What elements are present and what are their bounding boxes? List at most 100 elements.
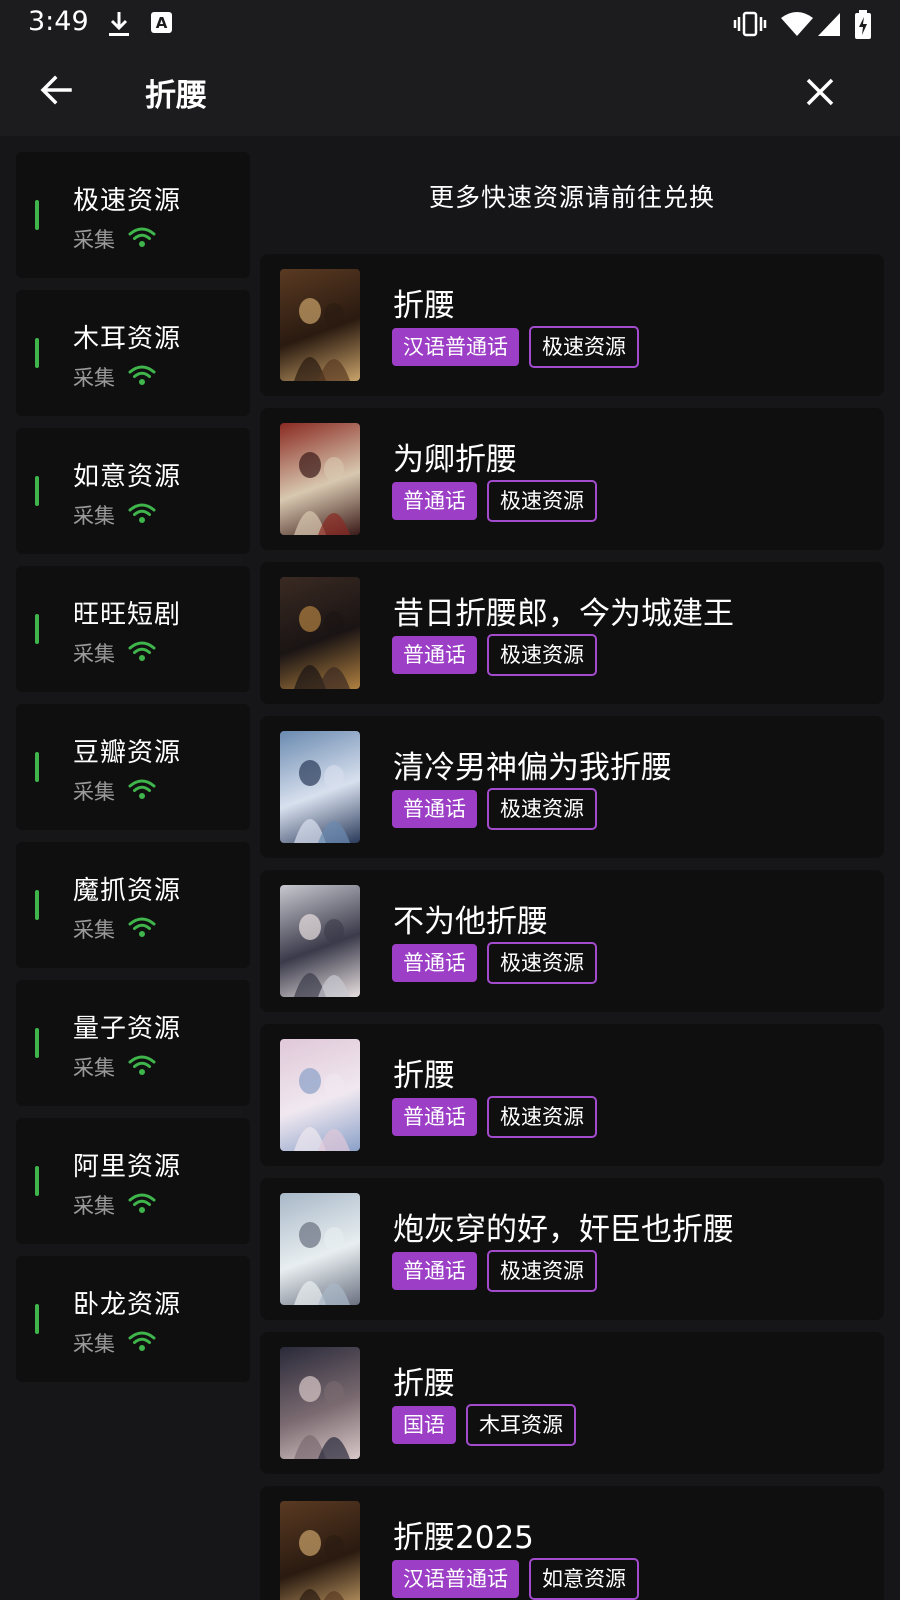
a-badge-icon: A [151,12,172,33]
language-tag: 汉语普通话 [392,328,519,366]
source-type: 采集 [73,642,115,666]
wifi-icon [128,227,156,247]
tag-row: 普通话 极速资源 [392,634,597,676]
result-title: 清冷男神偏为我折腰 [393,750,672,786]
wifi-icon [128,1193,156,1213]
poster-image [280,885,360,997]
poster-image [280,269,360,381]
sidebar-item-source[interactable]: 旺旺短剧 采集 [16,566,250,692]
download-icon [109,12,129,36]
source-type: 采集 [73,1332,115,1356]
source-type: 采集 [73,1194,115,1218]
source-tag: 极速资源 [487,480,597,522]
result-card[interactable]: 昔日折腰郎，今为城建王 普通话 极速资源 [260,562,884,704]
svg-text:A: A [156,14,168,32]
back-button[interactable] [36,70,76,110]
language-tag: 普通话 [392,1252,477,1290]
vibrate-icon [733,11,767,37]
sidebar-item-source[interactable]: 魔抓资源 采集 [16,842,250,968]
source-name: 豆瓣资源 [73,738,182,768]
source-tag: 极速资源 [487,1096,597,1138]
result-title: 不为他折腰 [393,904,548,940]
source-type: 采集 [73,780,115,804]
source-tag: 极速资源 [487,942,597,984]
tag-row: 普通话 极速资源 [392,480,597,522]
app-bar: 折腰 [0,48,900,136]
source-name: 如意资源 [73,462,182,492]
active-indicator [35,1028,39,1058]
wifi-icon [128,1331,156,1351]
source-type: 采集 [73,918,115,942]
sidebar-item-source[interactable]: 极速资源 采集 [16,152,250,278]
more-resources-banner[interactable]: 更多快速资源请前往兑换 [260,152,884,252]
result-title: 折腰 [393,288,455,324]
content-area: 极速资源 采集 木耳资源 采集 如意资源 采集 旺旺短剧 采集 豆瓣资源 采集 魔抓资源 采集 量子资源… [0,136,900,1600]
result-card[interactable]: 折腰国语 木耳资源 [260,1332,884,1474]
source-name: 阿里资源 [73,1152,182,1182]
source-type: 采集 [73,504,115,528]
source-type: 采集 [73,228,115,252]
language-tag: 普通话 [392,790,477,828]
active-indicator [35,476,39,506]
source-name: 旺旺短剧 [73,600,182,630]
source-tag: 极速资源 [487,788,597,830]
active-indicator [35,1304,39,1334]
sidebar-item-source[interactable]: 量子资源 采集 [16,980,250,1106]
result-card[interactable]: 折腰2025 汉语普通话 如意资源 [260,1486,884,1600]
result-card[interactable]: 不为他折腰 普通话 极速资源 [260,870,884,1012]
results-list: 更多快速资源请前往兑换 折腰 汉语普通话 极速资源 为卿折腰 普通话 极速资源 昔日折腰郎，… [260,152,884,1600]
sidebar-item-source[interactable]: 木耳资源 采集 [16,290,250,416]
tag-row: 普通话 极速资源 [392,942,597,984]
poster-image [280,1347,360,1459]
wifi-icon [128,1055,156,1075]
poster-image [280,731,360,843]
source-name: 魔抓资源 [73,876,182,906]
poster-image [280,1039,360,1151]
poster-image [280,1501,360,1600]
wifi-icon [781,12,813,36]
result-title: 炮灰穿的好，奸臣也折腰 [393,1212,734,1248]
signal-icon [818,13,840,36]
source-type: 采集 [73,1056,115,1080]
result-title: 折腰 [393,1366,455,1402]
poster-image [280,1193,360,1305]
source-type: 采集 [73,366,115,390]
result-card[interactable]: 炮灰穿的好，奸臣也折腰 普通话 极速资源 [260,1178,884,1320]
poster-image [280,423,360,535]
close-button[interactable] [800,72,840,112]
language-tag: 普通话 [392,636,477,674]
language-tag: 普通话 [392,944,477,982]
result-card[interactable]: 清冷男神偏为我折腰 普通话 极速资源 [260,716,884,858]
wifi-icon [128,779,156,799]
active-indicator [35,890,39,920]
sidebar-item-source[interactable]: 阿里资源 采集 [16,1118,250,1244]
source-name: 木耳资源 [73,324,182,354]
wifi-icon [128,365,156,385]
sidebar-item-source[interactable]: 如意资源 采集 [16,428,250,554]
sidebar-item-source[interactable]: 卧龙资源 采集 [16,1256,250,1382]
sidebar-item-source[interactable]: 豆瓣资源 采集 [16,704,250,830]
active-indicator [35,1166,39,1196]
source-tag: 木耳资源 [466,1404,576,1446]
source-name: 量子资源 [73,1014,182,1044]
wifi-icon [128,503,156,523]
source-name: 卧龙资源 [73,1290,182,1320]
tag-row: 汉语普通话 极速资源 [392,326,639,368]
language-tag: 国语 [392,1406,456,1444]
result-card[interactable]: 折腰 汉语普通话 极速资源 [260,254,884,396]
result-card[interactable]: 为卿折腰 普通话 极速资源 [260,408,884,550]
active-indicator [35,752,39,782]
active-indicator [35,338,39,368]
tag-row: 汉语普通话 如意资源 [392,1558,639,1600]
active-indicator [35,200,39,230]
status-bar: 3:49 A [0,0,900,48]
battery-icon [855,10,871,39]
result-card[interactable]: 折腰 普通话 极速资源 [260,1024,884,1166]
language-tag: 汉语普通话 [392,1560,519,1598]
tag-row: 普通话 极速资源 [392,788,597,830]
tag-row: 普通话 极速资源 [392,1096,597,1138]
result-title: 折腰2025 [393,1520,534,1556]
source-tag: 极速资源 [487,1250,597,1292]
language-tag: 普通话 [392,1098,477,1136]
status-time: 3:49 [28,6,89,37]
